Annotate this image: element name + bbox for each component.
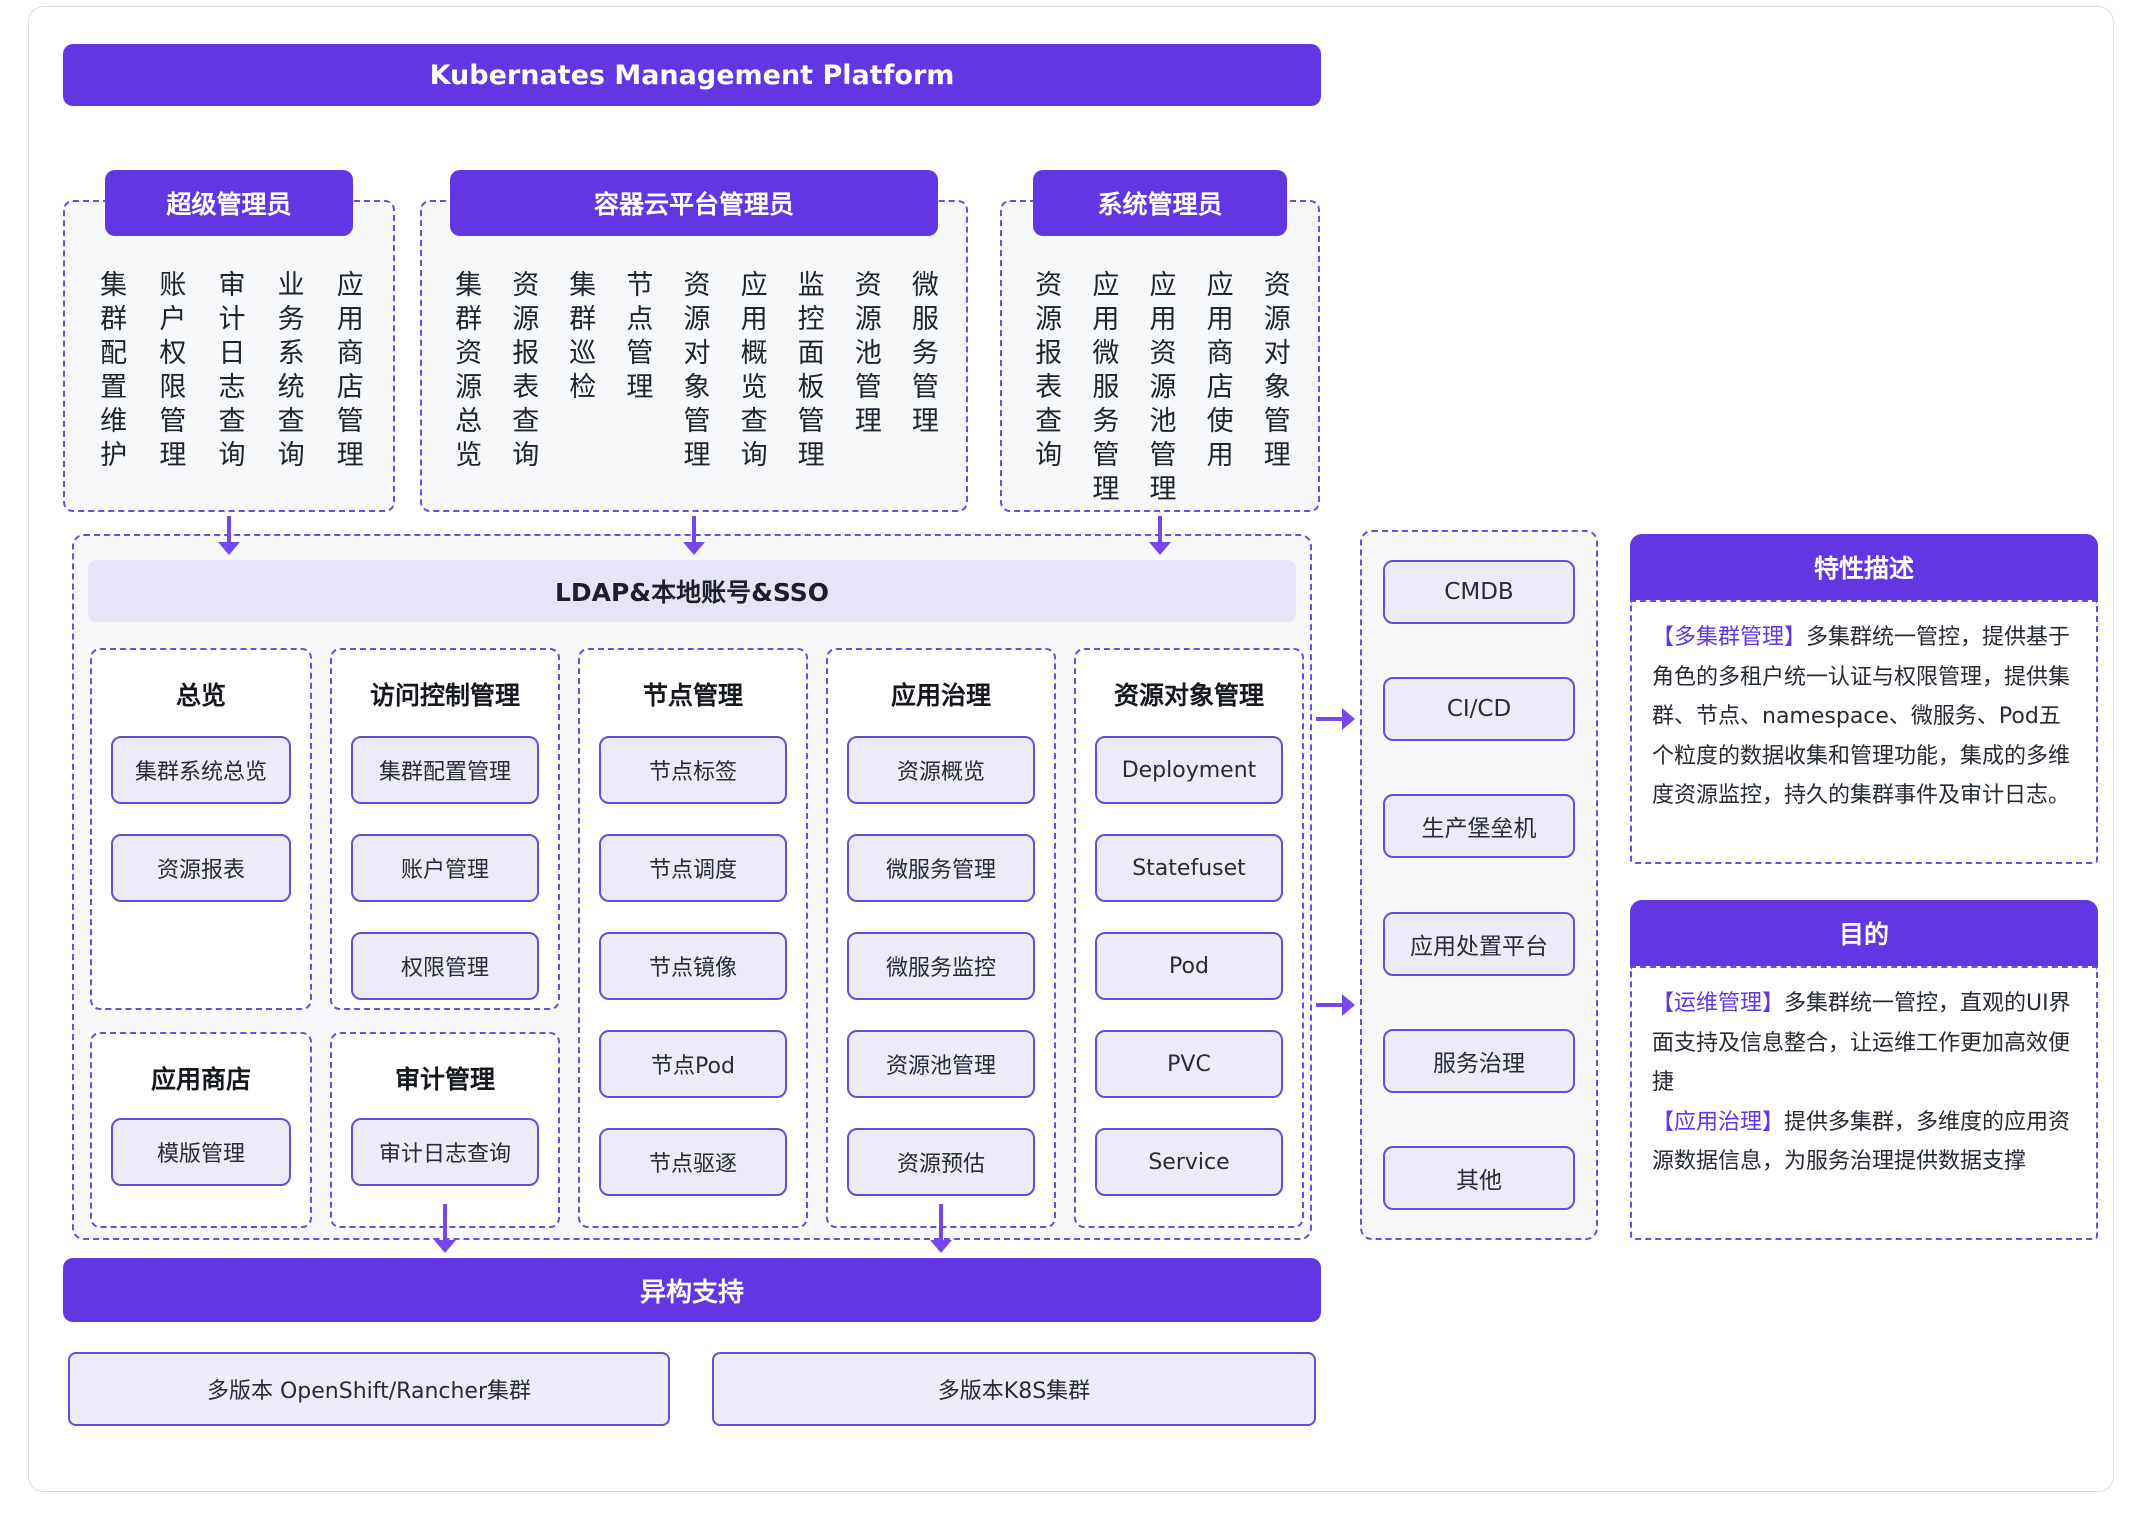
integration-item: CMDB <box>1383 560 1575 624</box>
permission-item: 集群巡检 <box>566 270 593 514</box>
permission-item: 账户权限管理 <box>156 270 183 514</box>
permission-list: 集群配置维护 账户权限管理 审计日志查询 业务系统查询 应用商店管理 <box>65 202 393 514</box>
down-arrow-icon <box>227 516 231 542</box>
permission-list: 集群资源总览 资源报表查询 集群巡检 节点管理 资源对象管理 应用概览查询 监控… <box>422 202 966 514</box>
role-badge-system-admin: 系统管理员 <box>1033 170 1287 236</box>
module-title: 总览 <box>176 676 226 712</box>
permission-item: 集群配置维护 <box>97 270 124 514</box>
permission-item: 审计日志查询 <box>215 270 242 514</box>
module-item: 节点镜像 <box>599 932 787 1000</box>
down-arrow-icon <box>939 1204 943 1240</box>
module-item: Statefuset <box>1095 834 1283 902</box>
module-app-store: 应用商店 模版管理 <box>90 1032 312 1228</box>
permission-list: 资源报表查询 应用微服务管理 应用资源池管理 应用商店使用 资源对象管理 <box>1002 202 1318 514</box>
permission-item: 应用商店使用 <box>1204 270 1231 514</box>
module-item: 账户管理 <box>351 834 539 902</box>
permission-item: 应用微服务管理 <box>1089 270 1116 514</box>
module-item: 微服务监控 <box>847 932 1035 1000</box>
module-title: 审计管理 <box>395 1060 495 1096</box>
role-badge-super-admin: 超级管理员 <box>105 170 353 236</box>
module-item: 模版管理 <box>111 1118 291 1186</box>
module-item: 微服务管理 <box>847 834 1035 902</box>
role-badge-platform-admin: 容器云平台管理员 <box>450 170 938 236</box>
permission-item: 资源报表查询 <box>1032 270 1059 514</box>
module-item: 集群配置管理 <box>351 736 539 804</box>
permission-item: 应用概览查询 <box>738 270 765 514</box>
down-arrow-icon <box>1158 516 1162 542</box>
module-item: 资源报表 <box>111 834 291 902</box>
module-item: 节点调度 <box>599 834 787 902</box>
role-section-super-admin: 超级管理员 集群配置维护 账户权限管理 审计日志查询 业务系统查询 应用商店管理 <box>63 200 395 512</box>
module-access-control: 访问控制管理 集群配置管理 账户管理 权限管理 <box>330 648 560 1010</box>
auth-bar: LDAP&本地账号&SSO <box>88 560 1296 622</box>
permission-item: 应用资源池管理 <box>1146 270 1173 514</box>
module-item: 节点Pod <box>599 1030 787 1098</box>
purpose-panel-title: 目的 <box>1630 900 2098 966</box>
permission-item: 应用商店管理 <box>334 270 361 514</box>
module-title: 节点管理 <box>643 676 743 712</box>
permission-item: 资源报表查询 <box>509 270 536 514</box>
module-item: 资源预估 <box>847 1128 1035 1196</box>
module-item: Deployment <box>1095 736 1283 804</box>
feature-panel: 特性描述 【多集群管理】多集群统一管控，提供基于角色的多租户统一认证与权限管理，… <box>1630 534 2098 864</box>
permission-item: 节点管理 <box>623 270 650 514</box>
module-item: 审计日志查询 <box>351 1118 539 1186</box>
right-arrow-icon <box>1316 717 1342 721</box>
module-title: 应用治理 <box>891 676 991 712</box>
integration-item: 服务治理 <box>1383 1029 1575 1093</box>
module-resource-objects: 资源对象管理 Deployment Statefuset Pod PVC Ser… <box>1074 648 1304 1228</box>
integration-item: 应用处置平台 <box>1383 912 1575 976</box>
integration-item: 其他 <box>1383 1146 1575 1210</box>
integration-item: 生产堡垒机 <box>1383 794 1575 858</box>
permission-item: 微服务管理 <box>909 270 936 514</box>
module-item: 资源概览 <box>847 736 1035 804</box>
permission-item: 资源对象管理 <box>1261 270 1288 514</box>
permission-item: 监控面板管理 <box>795 270 822 514</box>
down-arrow-icon <box>692 516 696 542</box>
module-app-governance: 应用治理 资源概览 微服务管理 微服务监控 资源池管理 资源预估 <box>826 648 1056 1228</box>
module-overview: 总览 集群系统总览 资源报表 <box>90 648 312 1010</box>
module-item: 节点驱逐 <box>599 1128 787 1196</box>
permission-item: 集群资源总览 <box>452 270 479 514</box>
module-item: Service <box>1095 1128 1283 1196</box>
cluster-box-openshift-rancher: 多版本 OpenShift/Rancher集群 <box>68 1352 670 1426</box>
purpose-panel: 目的 【运维管理】多集群统一管控，直观的UI界面支持及信息整合，让运维工作更加高… <box>1630 900 2098 1240</box>
role-section-system-admin: 系统管理员 资源报表查询 应用微服务管理 应用资源池管理 应用商店使用 资源对象… <box>1000 200 1320 512</box>
purpose-tag: 【运维管理】 <box>1652 991 1784 1016</box>
right-arrow-icon <box>1316 1003 1342 1007</box>
integration-item: CI/CD <box>1383 677 1575 741</box>
feature-tag: 【多集群管理】 <box>1652 625 1806 650</box>
architecture-diagram: Kubernates Management Platform 超级管理员 集群配… <box>0 0 2144 1540</box>
hetero-support-banner: 异构支持 <box>63 1258 1321 1322</box>
permission-item: 资源池管理 <box>852 270 879 514</box>
module-title: 应用商店 <box>151 1060 251 1096</box>
module-title: 访问控制管理 <box>370 676 520 712</box>
module-audit: 审计管理 审计日志查询 <box>330 1032 560 1228</box>
purpose-tag: 【应用治理】 <box>1652 1110 1784 1135</box>
down-arrow-icon <box>443 1204 447 1240</box>
purpose-panel-body: 【运维管理】多集群统一管控，直观的UI界面支持及信息整合，让运维工作更加高效便捷… <box>1630 966 2098 1240</box>
module-item: 节点标签 <box>599 736 787 804</box>
module-item: PVC <box>1095 1030 1283 1098</box>
feature-text: 多集群统一管控，提供基于角色的多租户统一认证与权限管理，提供集群、节点、name… <box>1652 625 2070 808</box>
module-item: Pod <box>1095 932 1283 1000</box>
feature-panel-body: 【多集群管理】多集群统一管控，提供基于角色的多租户统一认证与权限管理，提供集群、… <box>1630 600 2098 864</box>
feature-panel-title: 特性描述 <box>1630 534 2098 600</box>
module-title: 资源对象管理 <box>1114 676 1264 712</box>
module-item: 权限管理 <box>351 932 539 1000</box>
module-node-management: 节点管理 节点标签 节点调度 节点镜像 节点Pod 节点驱逐 <box>578 648 808 1228</box>
integration-column: CMDB CI/CD 生产堡垒机 应用处置平台 服务治理 其他 <box>1360 530 1598 1240</box>
module-item: 资源池管理 <box>847 1030 1035 1098</box>
permission-item: 业务系统查询 <box>275 270 302 514</box>
cluster-box-k8s: 多版本K8S集群 <box>712 1352 1316 1426</box>
module-item: 集群系统总览 <box>111 736 291 804</box>
permission-item: 资源对象管理 <box>680 270 707 514</box>
platform-title-banner: Kubernates Management Platform <box>63 44 1321 106</box>
role-section-platform-admin: 容器云平台管理员 集群资源总览 资源报表查询 集群巡检 节点管理 资源对象管理 … <box>420 200 968 512</box>
